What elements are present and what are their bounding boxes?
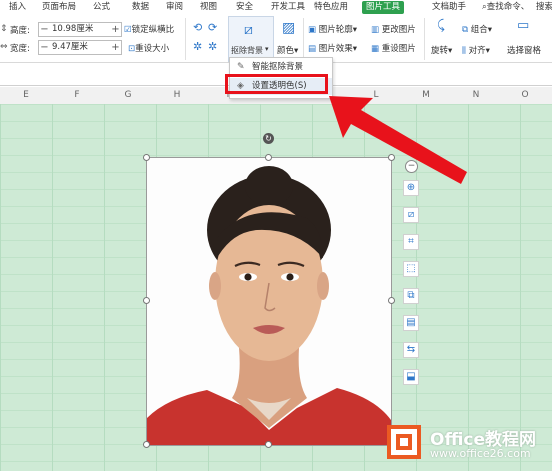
width-label: 宽度:: [10, 44, 30, 54]
column-e[interactable]: E: [16, 90, 36, 100]
column-f[interactable]: F: [67, 90, 87, 100]
office-logo: [387, 425, 421, 459]
reset-picture-button[interactable]: ▦ 重设图片: [371, 42, 416, 54]
select-icon[interactable]: ⬚: [403, 261, 419, 277]
height-decrease-button[interactable]: −: [39, 23, 50, 36]
menu-security[interactable]: 安全: [236, 1, 253, 14]
menu-developer[interactable]: 开发工具: [271, 1, 305, 14]
group-button[interactable]: ⧉ 组合▾: [462, 23, 492, 35]
chevron-down-icon: ▾: [265, 45, 269, 53]
portrait-photo[interactable]: [146, 157, 392, 446]
rotate-handle-icon[interactable]: ↻: [263, 133, 274, 144]
crop-icon[interactable]: ⟲: [193, 22, 202, 34]
picture-effects-button[interactable]: ▤ 图片效果▾: [308, 42, 357, 54]
lock-ratio-checkbox[interactable]: ☑锁定纵横比: [124, 23, 174, 35]
chevron-down-icon: ▾: [352, 25, 358, 35]
menu-search[interactable]: 搜索: [536, 1, 552, 14]
reset-size-button[interactable]: ⊡重设大小: [128, 42, 169, 54]
chevron-down-icon: ▾: [487, 25, 493, 35]
resize-handle-bottom-left[interactable]: [143, 441, 150, 448]
outline-icon: ▣: [308, 25, 317, 35]
separator: [185, 18, 186, 60]
resize-handle-top[interactable]: [265, 154, 272, 161]
separator: [424, 18, 425, 60]
separator: [303, 18, 304, 60]
chevron-down-icon: ▾: [485, 46, 490, 56]
chevron-down-icon: ▾: [448, 46, 453, 56]
chevron-down-icon: ▾: [294, 46, 299, 56]
pointer-arrow: [329, 96, 467, 184]
watermark-url: www.office26.com: [430, 447, 531, 460]
select-pane-icon[interactable]: ▭: [517, 19, 529, 32]
width-input[interactable]: − 9.47厘米 +: [38, 40, 122, 55]
menu-view[interactable]: 视图: [200, 1, 217, 14]
resize-handle-left[interactable]: [143, 297, 150, 304]
rotate-large-icon[interactable]: ⤹: [437, 19, 445, 32]
width-increase-button[interactable]: +: [110, 41, 121, 54]
height-increase-button[interactable]: +: [110, 23, 121, 36]
menu-bar: 插入 页面布局 公式 数据 审阅 视图 安全 开发工具 特色应用 图片工具 文档…: [0, 0, 552, 14]
checkbox-checked-icon: ☑: [124, 25, 132, 35]
menu-page-layout[interactable]: 页面布局: [42, 1, 76, 14]
menu-picture-tools[interactable]: 图片工具: [362, 1, 405, 14]
highlight-box: [225, 74, 328, 94]
remove-background-icon[interactable]: ⧄: [403, 207, 419, 223]
width-value: 9.47厘米: [52, 42, 88, 52]
chevron-down-icon: ▾: [352, 44, 358, 54]
height-icon: ⇕: [0, 24, 8, 34]
remove-background-label: 抠除背景: [231, 46, 263, 55]
resize-handle-bottom[interactable]: [265, 441, 272, 448]
width-decrease-button[interactable]: −: [39, 41, 50, 54]
remove-background-icon: ⧄: [244, 22, 253, 38]
crop-icon[interactable]: ⌗: [403, 234, 419, 250]
align-icon: ⫼: [462, 46, 466, 56]
width-icon: ⇔: [0, 42, 8, 52]
resize-handle-top-left[interactable]: [143, 154, 150, 161]
menu-formula[interactable]: 公式: [93, 1, 110, 14]
menu-doc-assistant[interactable]: 文档助手: [432, 1, 466, 14]
height-label: 高度:: [10, 26, 30, 36]
rotate-icon[interactable]: ⟳: [208, 22, 217, 34]
remove-background-button[interactable]: ⧄ 抠除背景 ▾: [228, 16, 274, 62]
export-icon[interactable]: ⬓: [403, 369, 419, 385]
menu-features[interactable]: 特色应用: [314, 1, 348, 14]
column-g[interactable]: G: [118, 90, 138, 100]
rotate-button[interactable]: 旋转▾: [431, 44, 452, 56]
color-button[interactable]: 颜色▾: [277, 44, 298, 56]
align-button[interactable]: ⫼ 对齐▾: [462, 44, 490, 56]
translate-icon[interactable]: ⇆: [403, 342, 419, 358]
search-command[interactable]: ⌕查找命令、: [482, 1, 529, 14]
flip-icon[interactable]: ✲: [193, 41, 202, 53]
menu-data[interactable]: 数据: [132, 1, 149, 14]
group-icon: ⧉: [462, 25, 469, 35]
extract-text-icon[interactable]: ▤: [403, 315, 419, 331]
column-o[interactable]: O: [515, 90, 535, 100]
column-h[interactable]: H: [167, 90, 187, 100]
change-picture-icon: ▥: [371, 25, 380, 35]
copy-icon[interactable]: ⧉: [403, 288, 419, 304]
change-picture-button[interactable]: ▥ 更改图片: [371, 23, 416, 35]
menu-insert[interactable]: 插入: [9, 1, 26, 14]
effects-icon: ▤: [308, 44, 317, 54]
height-input[interactable]: − 10.98厘米 +: [38, 22, 122, 37]
ribbon: ⇕ 高度: − 10.98厘米 + ⇔ 宽度: − 9.47厘米 + ☑锁定纵横…: [0, 14, 552, 63]
reset-picture-icon: ▦: [371, 44, 380, 54]
resize-handle-right[interactable]: [388, 297, 395, 304]
portrait-image: [147, 166, 391, 445]
effect-icon[interactable]: ✲: [208, 41, 217, 53]
picture-outline-button[interactable]: ▣ 图片轮廓▾: [308, 23, 357, 35]
menu-review[interactable]: 审阅: [166, 1, 183, 14]
height-value: 10.98厘米: [52, 24, 94, 34]
select-pane-button[interactable]: 选择窗格: [507, 44, 541, 56]
color-icon[interactable]: ▨: [282, 21, 295, 35]
